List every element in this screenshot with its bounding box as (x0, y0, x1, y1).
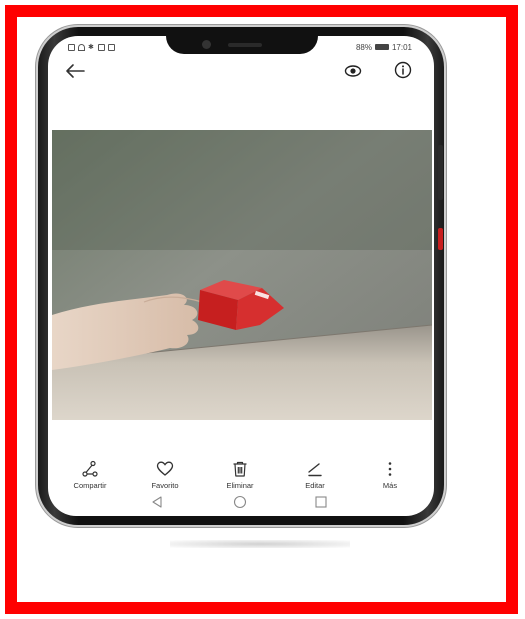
nav-home-icon[interactable] (233, 495, 247, 509)
battery-percent: 88% (355, 42, 372, 52)
info-icon[interactable] (394, 61, 412, 79)
system-navigation-bar (48, 494, 434, 512)
share-button[interactable]: Compartir (55, 460, 125, 490)
clock: 17:01 (391, 42, 412, 52)
sim-icon (68, 43, 75, 51)
edit-label: Editar (305, 481, 325, 490)
bluetooth-icon: ✱ (88, 43, 94, 51)
heart-icon (156, 461, 174, 476)
vibrate-icon (98, 43, 105, 51)
status-icons-right: 88% 17:01 (356, 43, 412, 52)
wifi-icon (78, 43, 85, 51)
camera-notch (166, 36, 318, 54)
more-vertical-icon (388, 462, 392, 476)
bottom-action-bar: Compartir Favorito Eliminar Editar Más (48, 460, 434, 496)
delete-button[interactable]: Eliminar (205, 460, 275, 490)
nav-recents-icon[interactable] (314, 495, 328, 509)
top-app-bar (48, 58, 434, 84)
edit-button[interactable]: Editar (280, 460, 350, 490)
share-label: Compartir (73, 481, 107, 490)
power-button (438, 228, 443, 250)
more-label: Más (382, 481, 398, 490)
phone-shadow (170, 540, 350, 548)
delete-label: Eliminar (226, 481, 254, 490)
share-icon (82, 460, 98, 477)
front-camera (202, 40, 211, 49)
favorite-button[interactable]: Favorito (130, 460, 200, 490)
earpiece-speaker (228, 43, 262, 47)
status-icons-left: ✱ (68, 43, 115, 51)
photo-image[interactable] (52, 130, 432, 420)
phone-screen: ✱ 88% 17:01 Compartir Favorito Eliminar … (48, 36, 434, 516)
eye-icon[interactable] (344, 62, 362, 80)
favorite-label: Favorito (151, 481, 179, 490)
nav-back-icon[interactable] (150, 495, 164, 509)
battery-icon (374, 44, 389, 50)
arrow-left-icon[interactable] (64, 62, 86, 80)
volume-button (438, 145, 443, 200)
more-button[interactable]: Más (355, 460, 425, 490)
edit-icon (308, 463, 322, 477)
photo-scene (52, 130, 432, 420)
message-icon (108, 43, 115, 51)
trash-icon (233, 461, 247, 477)
